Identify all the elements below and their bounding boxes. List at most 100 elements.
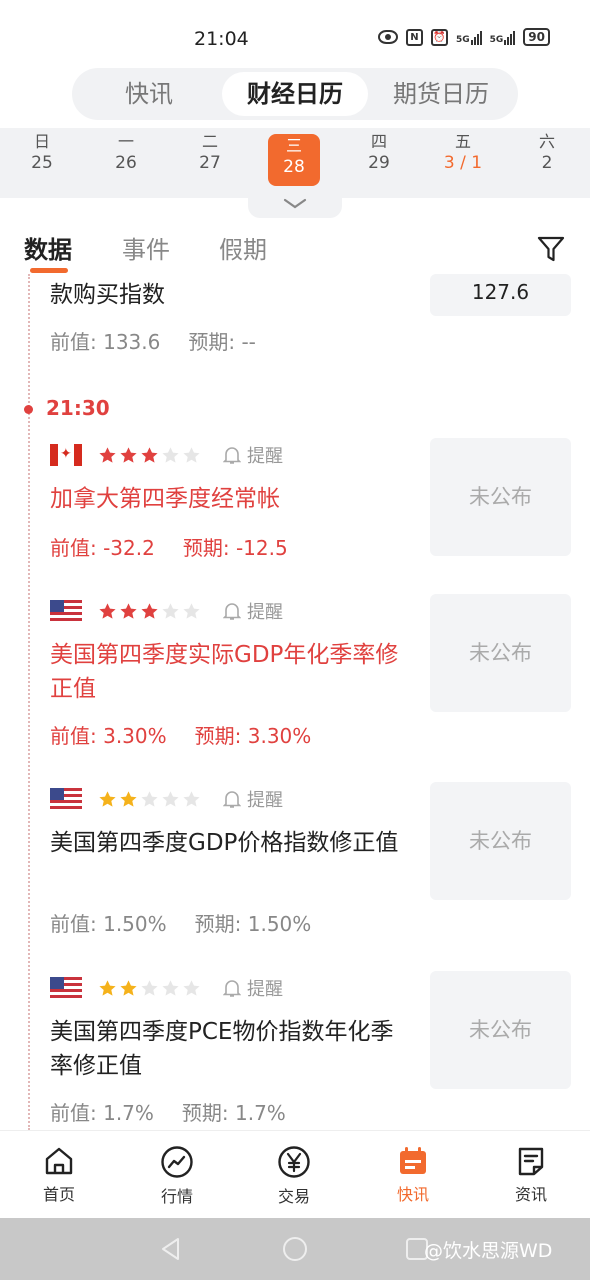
signal-icon: 5G (456, 29, 482, 45)
star-empty-icon (183, 790, 200, 807)
canada-flag-icon (50, 444, 82, 466)
market-chart-icon (161, 1146, 193, 1178)
alarm-icon: ⏰ (430, 28, 448, 46)
news-doc-icon (518, 1147, 544, 1176)
importance-stars (98, 790, 201, 809)
tab-data[interactable]: 数据 (24, 230, 72, 265)
status-box: 未公布 (430, 594, 571, 712)
nav-home[interactable]: 首页 (14, 1145, 104, 1205)
nav-home-label: 首页 (42, 1185, 75, 1204)
status-icons: N ⏰ 5G 5G 90 (377, 28, 550, 46)
remind-button[interactable]: 提醒 (223, 442, 283, 468)
day-mon[interactable]: 一 26 (100, 132, 152, 174)
day-thu[interactable]: 四 29 (353, 132, 405, 174)
status-box: 未公布 (430, 438, 571, 556)
star-icon (120, 602, 137, 619)
sub-tab-bar: 数据 事件 假期 (0, 222, 590, 274)
event-values: 前值: 3.30% 预期: 3.30% (50, 724, 312, 748)
star-icon (141, 602, 158, 619)
nfc-icon: N (405, 28, 423, 46)
calendar-icon (400, 1147, 426, 1174)
day-wed-selected[interactable]: 三 28 (268, 134, 320, 186)
tab-events[interactable]: 事件 (122, 230, 170, 265)
watermark: @饮水思源WD (424, 1240, 553, 1262)
day-fri[interactable]: 五3 / 1 (437, 132, 489, 174)
star-empty-icon (183, 979, 200, 996)
star-empty-icon (162, 979, 179, 996)
nav-market-label: 行情 (160, 1187, 193, 1206)
week-strip: 日 25 一 26 二 27 三 28 四 29 五3 / 1 六2 (0, 128, 590, 198)
nav-flash-label: 快讯 (396, 1185, 429, 1204)
nav-trade[interactable]: 交易 (249, 1145, 339, 1207)
star-empty-icon (183, 446, 200, 463)
remind-button[interactable]: 提醒 (223, 598, 283, 624)
event-title: 加拿大第四季度经常帐 (50, 486, 280, 512)
nav-news[interactable]: 资讯 (486, 1145, 576, 1205)
importance-stars (98, 979, 201, 998)
star-icon (120, 446, 137, 463)
status-box: 未公布 (430, 971, 571, 1089)
filter-icon[interactable] (536, 234, 566, 264)
yen-trade-icon (278, 1146, 310, 1178)
day-tue[interactable]: 二 27 (184, 132, 236, 174)
star-empty-icon (162, 446, 179, 463)
signal-icon-2: 5G (490, 29, 516, 45)
back-icon[interactable] (158, 1236, 184, 1262)
us-flag-icon (50, 788, 82, 810)
star-icon (120, 979, 137, 996)
nav-trade-label: 交易 (277, 1187, 310, 1206)
event-header: 提醒 (50, 786, 283, 812)
event-values: 前值: 133.6 预期: -- (50, 330, 256, 354)
nav-flash[interactable]: 快讯 (368, 1145, 458, 1205)
status-time: 21:04 (194, 28, 249, 50)
nav-market[interactable]: 行情 (132, 1145, 222, 1207)
bell-icon (223, 980, 241, 997)
top-tab-bar: 快讯 财经日历 期货日历 (72, 68, 518, 120)
bell-icon (223, 603, 241, 620)
bottom-nav: 首页 行情 交易 快讯 资讯 (0, 1130, 590, 1218)
remind-label: 提醒 (247, 446, 283, 467)
bell-icon (223, 447, 241, 464)
system-nav-bar: @饮水思源WD (0, 1218, 590, 1280)
importance-stars (98, 446, 201, 465)
star-empty-icon (162, 602, 179, 619)
chevron-down-icon (283, 198, 307, 209)
star-empty-icon (162, 790, 179, 807)
tab-finance-calendar[interactable]: 财经日历 (222, 72, 368, 116)
star-icon (120, 790, 137, 807)
tab-futures-calendar[interactable]: 期货日历 (368, 72, 514, 116)
event-values: 前值: 1.7% 预期: 1.7% (50, 1101, 286, 1125)
star-empty-icon (141, 979, 158, 996)
nav-news-label: 资讯 (514, 1185, 547, 1204)
timeline-line (28, 274, 30, 1130)
event-title: 美国第四季度实际GDP年化季率修正值 (50, 642, 399, 702)
remind-button[interactable]: 提醒 (223, 975, 283, 1001)
time-group-label: 21:30 (46, 396, 110, 420)
day-sat[interactable]: 六2 (521, 132, 573, 174)
event-list: 款购买指数 前值: 133.6预期: -- 127.6 21:30 提醒 加拿大… (0, 274, 590, 1130)
remind-label: 提醒 (247, 602, 283, 623)
remind-label: 提醒 (247, 790, 283, 811)
star-empty-icon (141, 790, 158, 807)
star-icon (99, 979, 116, 996)
tab-holidays[interactable]: 假期 (219, 230, 267, 265)
star-icon (99, 446, 116, 463)
tab-news-flash[interactable]: 快讯 (76, 72, 222, 116)
home-circle-icon[interactable] (282, 1236, 308, 1262)
star-icon (99, 602, 116, 619)
day-sun[interactable]: 日 25 (16, 132, 68, 174)
event-title: 美国第四季度GDP价格指数修正值 (50, 830, 399, 856)
battery-icon: 90 (523, 28, 550, 46)
timeline-dot (24, 405, 33, 414)
star-icon (99, 790, 116, 807)
us-flag-icon (50, 600, 82, 622)
us-flag-icon (50, 977, 82, 999)
eye-icon (377, 30, 398, 44)
star-icon (141, 446, 158, 463)
event-title: 美国第四季度PCE物价指数年化季率修正值 (50, 1019, 394, 1079)
importance-stars (98, 602, 201, 621)
event-values: 前值: -32.2 预期: -12.5 (50, 536, 288, 560)
remind-button[interactable]: 提醒 (223, 786, 283, 812)
star-empty-icon (183, 602, 200, 619)
expand-calendar-button[interactable] (248, 192, 342, 218)
